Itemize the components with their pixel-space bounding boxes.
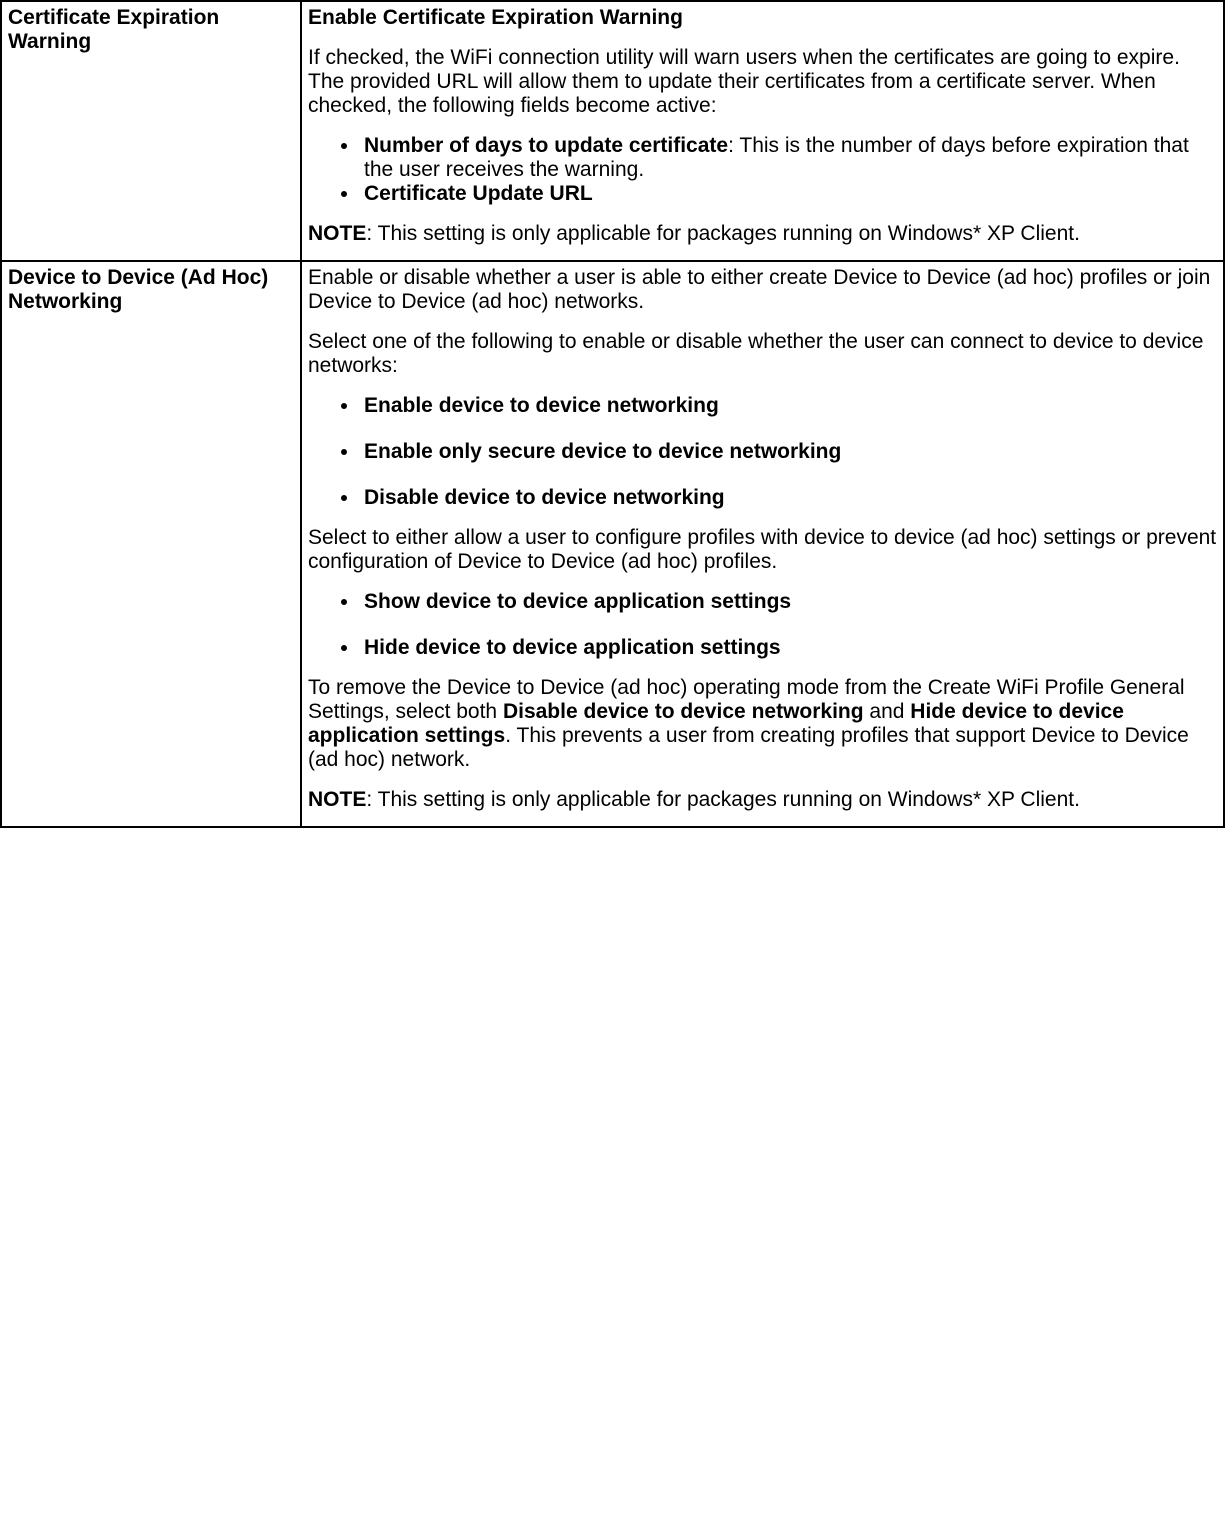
list-item: Number of days to update certificate: Th… [360, 134, 1217, 182]
note-label: NOTE [308, 222, 366, 245]
setting-bullet-list: Number of days to update certificate: Th… [308, 134, 1217, 206]
table-row: Certificate Expiration Warning Enable Ce… [1, 1, 1224, 261]
setting-note: NOTE: This setting is only applicable fo… [308, 222, 1217, 246]
setting-title: Enable Certificate Expiration Warning [308, 6, 1217, 30]
para-bold: Disable device to device networking [503, 700, 864, 723]
note-text: : This setting is only applicable for pa… [366, 788, 1080, 811]
bullet-bold: Show device to device application settin… [364, 590, 791, 613]
bullet-bold: Disable device to device networking [364, 486, 725, 509]
bullet-bold: Hide device to device application settin… [364, 636, 781, 659]
setting-note: NOTE: This setting is only applicable fo… [308, 788, 1217, 812]
bullet-bold: Enable only secure device to device netw… [364, 440, 841, 463]
table-row: Device to Device (Ad Hoc) Networking Ena… [1, 261, 1224, 827]
setting-paragraph: Select one of the following to enable or… [308, 330, 1217, 378]
setting-label-cell: Certificate Expiration Warning [1, 1, 301, 261]
list-item: Hide device to device application settin… [360, 636, 1217, 660]
note-text: : This setting is only applicable for pa… [366, 222, 1080, 245]
note-label: NOTE [308, 788, 366, 811]
setting-description-cell: Enable or disable whether a user is able… [301, 261, 1224, 827]
setting-paragraph: Enable or disable whether a user is able… [308, 266, 1217, 314]
list-item: Show device to device application settin… [360, 590, 1217, 614]
setting-label-cell: Device to Device (Ad Hoc) Networking [1, 261, 301, 827]
bullet-bold: Certificate Update URL [364, 182, 593, 205]
setting-paragraph: If checked, the WiFi connection utility … [308, 46, 1217, 118]
list-item: Disable device to device networking [360, 486, 1217, 510]
bullet-bold: Enable device to device networking [364, 394, 719, 417]
settings-table: Certificate Expiration Warning Enable Ce… [0, 0, 1225, 828]
list-item: Certificate Update URL [360, 182, 1217, 206]
setting-bullet-list: Show device to device application settin… [308, 590, 1217, 660]
setting-label: Certificate Expiration Warning [8, 6, 219, 53]
setting-paragraph: Select to either allow a user to configu… [308, 526, 1217, 574]
setting-label: Device to Device (Ad Hoc) Networking [8, 266, 268, 313]
setting-description-cell: Enable Certificate Expiration Warning If… [301, 1, 1224, 261]
setting-bullet-list: Enable device to device networking Enabl… [308, 394, 1217, 510]
setting-paragraph: To remove the Device to Device (ad hoc) … [308, 676, 1217, 772]
list-item: Enable only secure device to device netw… [360, 440, 1217, 464]
bullet-bold: Number of days to update certificate [364, 134, 728, 157]
list-item: Enable device to device networking [360, 394, 1217, 418]
para-part: and [864, 700, 911, 723]
